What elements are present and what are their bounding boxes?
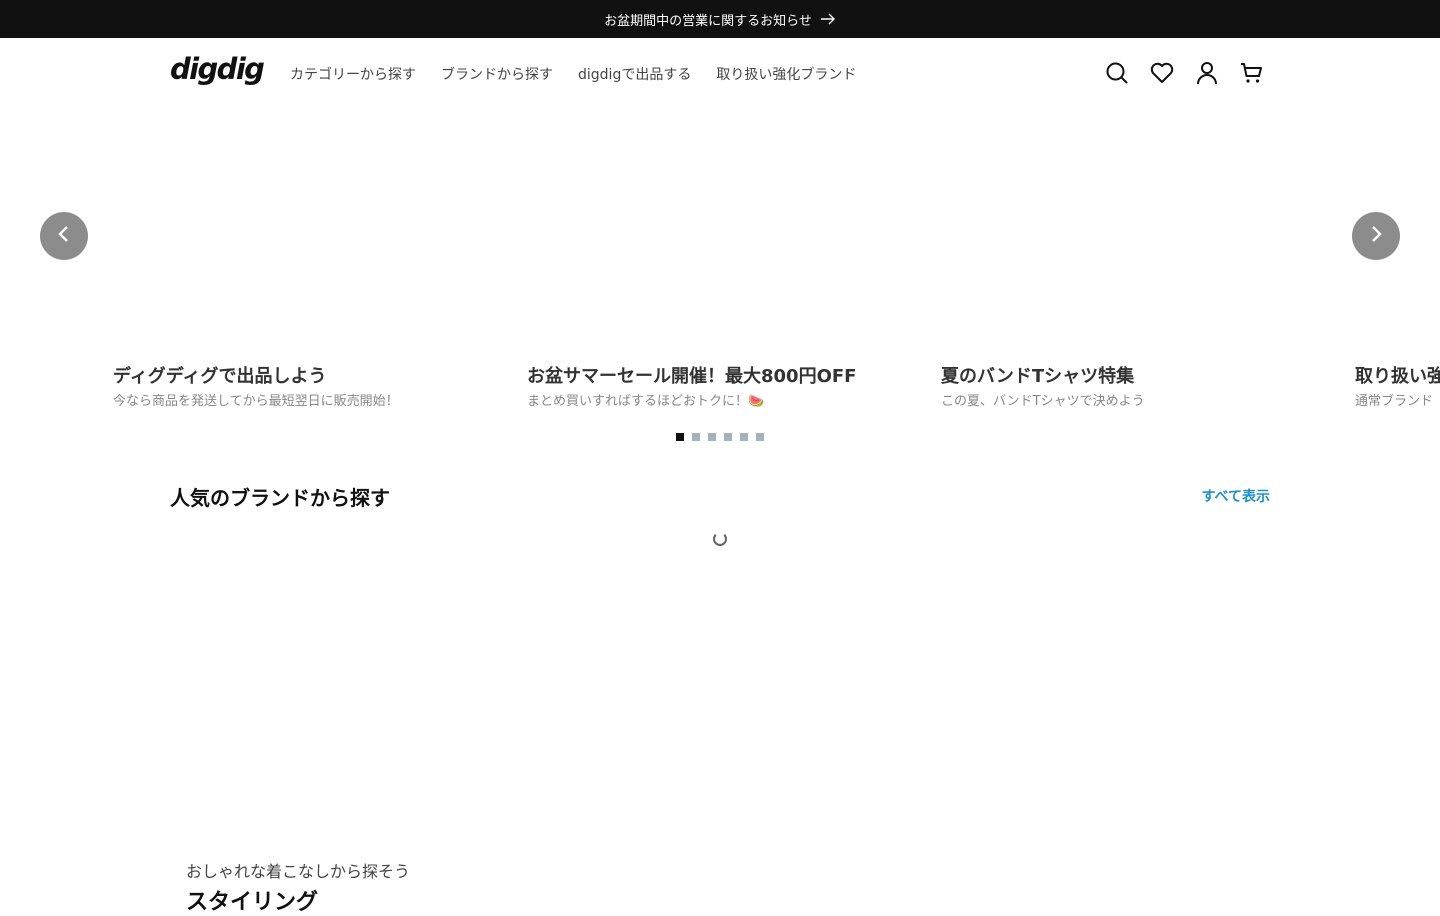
announcement-bar[interactable]: お盆期間中の営業に関するお知らせ [0, 0, 1440, 38]
slide-subtitle: 今なら商品を発送してから最短翌日に販売開始！ [113, 394, 399, 409]
nav-brand[interactable]: ブランドから探す [441, 64, 553, 84]
styling-subtitle: おしゃれな着こなしから探そう [186, 862, 411, 881]
slide-title: 取り扱い強 [1355, 366, 1440, 387]
nav-category[interactable]: カテゴリーから探す [290, 64, 416, 84]
slide-image [113, 108, 493, 353]
carousel-pagination [676, 433, 764, 441]
search-icon[interactable] [1104, 60, 1130, 86]
heart-icon[interactable] [1149, 60, 1175, 86]
carousel-slide[interactable]: 取り扱い強 通常ブランド [1355, 108, 1440, 418]
carousel-dot[interactable] [676, 433, 684, 441]
site-header: digdig カテゴリーから探す ブランドから探す digdigで出品する 取り… [0, 38, 1440, 108]
announcement-text: お盆期間中の営業に関するお知らせ [604, 13, 812, 29]
carousel-dot[interactable] [708, 433, 716, 441]
nav-featured-brands[interactable]: 取り扱い強化ブランド [716, 64, 856, 84]
carousel-dot[interactable] [692, 433, 700, 441]
arrow-right-icon [820, 13, 836, 25]
chevron-right-icon [1369, 225, 1383, 247]
carousel-slide[interactable]: ディグディグで出品しよう 今なら商品を発送してから最短翌日に販売開始！ [113, 108, 493, 418]
cart-icon[interactable] [1239, 60, 1265, 86]
slide-image [941, 108, 1321, 353]
slide-subtitle: まとめ買いすればするほどおトクに！🍉 [527, 394, 765, 409]
slide-title: お盆サマーセール開催！最大800円OFF [527, 366, 857, 387]
carousel-dot[interactable] [724, 433, 732, 441]
nav-sell[interactable]: digdigで出品する [578, 64, 691, 84]
carousel-slide[interactable]: お盆サマーセール開催！最大800円OFF まとめ買いすればするほどおトクに！🍉 [527, 108, 907, 418]
slide-image [527, 108, 907, 353]
carousel-next-button[interactable] [1352, 212, 1400, 260]
carousel-prev-button[interactable] [40, 212, 88, 260]
user-icon[interactable] [1194, 60, 1220, 86]
header-icons [1104, 60, 1265, 86]
chevron-left-icon [57, 225, 71, 247]
carousel-dot[interactable] [756, 433, 764, 441]
section-title: 人気のブランドから探す [170, 486, 390, 510]
slide-title: ディグディグで出品しよう [113, 366, 327, 387]
slide-title: 夏のバンドTシャツ特集 [941, 366, 1135, 387]
loading-spinner-icon [713, 532, 727, 546]
slide-subtitle: この夏、バンドTシャツで決めよう [941, 394, 1145, 409]
slide-subtitle: 通常ブランド [1355, 394, 1434, 409]
popular-brands-header: 人気のブランドから探す すべて表示 [170, 480, 1270, 510]
site-logo[interactable]: digdig [170, 52, 265, 86]
carousel-dot[interactable] [740, 433, 748, 441]
main-nav: カテゴリーから探す ブランドから探す digdigで出品する 取り扱い強化ブラン… [290, 64, 856, 84]
hero-carousel: ディグディグで出品しよう 今なら商品を発送してから最短翌日に販売開始！ お盆サマ… [0, 108, 1440, 448]
carousel-slide[interactable]: 夏のバンドTシャツ特集 この夏、バンドTシャツで決めよう [941, 108, 1321, 418]
view-all-link[interactable]: すべて表示 [1202, 486, 1270, 506]
styling-title: スタイリング [186, 890, 319, 915]
